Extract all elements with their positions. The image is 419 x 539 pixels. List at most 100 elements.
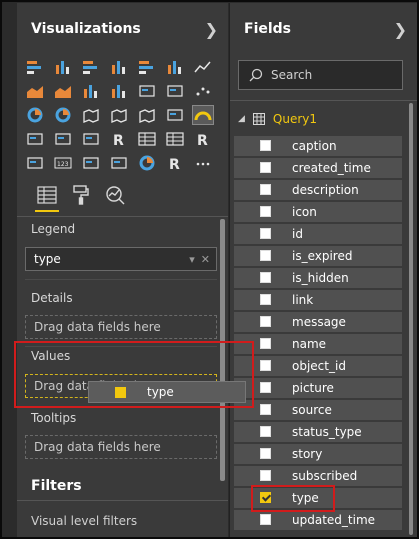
format-paint-roller-icon[interactable] — [69, 180, 93, 210]
100-stacked-bar-icon[interactable] — [137, 58, 157, 76]
field-item-is-expired[interactable]: is_expired — [234, 246, 402, 266]
field-checkbox[interactable] — [260, 316, 271, 327]
fields-search-input[interactable]: Search — [238, 60, 403, 90]
more-icon[interactable] — [193, 154, 213, 172]
field-label: caption — [292, 139, 337, 153]
stacked-area-icon[interactable] — [53, 82, 73, 100]
field-checkbox[interactable] — [260, 404, 271, 415]
details-well[interactable]: Drag data fields here — [25, 315, 217, 339]
visualizations-pane: Visualizations ❯ R R 123 R Legend type ▾ ✕ — [17, 3, 228, 539]
field-item-status-type[interactable]: status_type — [234, 422, 402, 442]
field-checkbox[interactable] — [260, 162, 271, 173]
fields-tab-icon[interactable] — [35, 180, 59, 212]
field-item-link[interactable]: link — [234, 290, 402, 310]
dragged-field-ghost: type — [88, 381, 246, 403]
field-checkbox[interactable] — [260, 184, 271, 195]
collapse-fields-chevron-icon[interactable]: ❯ — [394, 20, 407, 39]
r-script-icon[interactable]: R — [165, 154, 185, 172]
gauge-icon[interactable] — [192, 105, 214, 125]
r-visual-icon[interactable]: R — [193, 130, 213, 148]
field-checkbox[interactable] — [260, 338, 271, 349]
remove-field-icon[interactable]: ✕ — [201, 253, 210, 266]
line-clustered-column-icon[interactable] — [109, 82, 129, 100]
details-well-label: Details — [31, 291, 73, 305]
line-column-icon[interactable] — [81, 82, 101, 100]
treemap-icon[interactable] — [81, 106, 101, 124]
fields-scrollbar[interactable] — [409, 103, 413, 535]
table-icon[interactable] — [137, 130, 157, 148]
clustered-bar-icon[interactable] — [81, 58, 101, 76]
field-item-is-hidden[interactable]: is_hidden — [234, 268, 402, 288]
field-item-created-time[interactable]: created_time — [234, 158, 402, 178]
field-item-name[interactable]: name — [234, 334, 402, 354]
tooltips-well[interactable]: Drag data fields here — [25, 435, 217, 459]
field-checkbox[interactable] — [260, 294, 271, 305]
funnel-icon[interactable] — [165, 106, 185, 124]
text-123-icon[interactable]: 123 — [53, 154, 73, 172]
field-label: description — [292, 183, 359, 197]
field-checkbox[interactable] — [260, 272, 271, 283]
field-item-type[interactable]: type — [234, 488, 402, 508]
wells-scrollbar[interactable] — [220, 219, 225, 481]
slicer-icon[interactable]: R — [109, 130, 129, 148]
field-checkbox[interactable] — [260, 514, 271, 525]
waterfall-2-icon[interactable] — [109, 154, 129, 172]
kpi-icon[interactable] — [81, 130, 101, 148]
collapse-visualizations-chevron-icon[interactable]: ❯ — [205, 20, 218, 39]
field-checkbox[interactable] — [260, 426, 271, 437]
field-item-object-id[interactable]: object_id — [234, 356, 402, 376]
donut-2-icon[interactable] — [137, 154, 157, 172]
field-checkbox[interactable] — [260, 492, 271, 503]
search-icon — [249, 68, 263, 82]
scatter-icon[interactable] — [193, 82, 213, 100]
field-item-caption[interactable]: caption — [234, 136, 402, 156]
field-checkbox[interactable] — [260, 250, 271, 261]
waterfall-icon[interactable] — [165, 82, 185, 100]
svg-text:123: 123 — [57, 161, 69, 168]
field-checkbox[interactable] — [260, 360, 271, 371]
analytics-magnifier-icon[interactable] — [103, 180, 127, 210]
svg-text:R: R — [197, 133, 208, 147]
field-item-story[interactable]: story — [234, 444, 402, 464]
arcgis-icon[interactable] — [25, 154, 45, 172]
multi-row-card-icon[interactable] — [25, 130, 45, 148]
field-item-id[interactable]: id — [234, 224, 402, 244]
table-node-query1[interactable]: ◢ Query1 — [238, 112, 317, 126]
tabs-separator — [17, 216, 228, 217]
field-item-updated-time[interactable]: updated_time — [234, 510, 402, 530]
field-checkbox[interactable] — [260, 448, 271, 459]
field-item-icon[interactable]: icon — [234, 202, 402, 222]
field-checkbox[interactable] — [260, 140, 271, 151]
field-item-picture[interactable]: picture — [234, 378, 402, 398]
map-icon[interactable] — [109, 106, 129, 124]
stacked-column-icon[interactable] — [53, 58, 73, 76]
field-label: story — [292, 447, 323, 461]
area-chart-icon[interactable] — [25, 82, 45, 100]
clustered-column-icon[interactable] — [109, 58, 129, 76]
field-label: name — [292, 337, 327, 351]
filled-map-icon[interactable] — [137, 106, 157, 124]
expand-triangle-icon[interactable]: ◢ — [238, 114, 245, 124]
field-checkbox[interactable] — [260, 228, 271, 239]
matrix-icon[interactable] — [165, 130, 185, 148]
100-stacked-column-icon[interactable] — [165, 58, 185, 76]
stacked-bar-icon[interactable] — [25, 58, 45, 76]
field-item-description[interactable]: description — [234, 180, 402, 200]
field-item-subscribed[interactable]: subscribed — [234, 466, 402, 486]
field-checkbox[interactable] — [260, 470, 271, 481]
field-checkbox[interactable] — [260, 206, 271, 217]
field-item-message[interactable]: message — [234, 312, 402, 332]
line-chart-icon[interactable] — [193, 58, 213, 76]
donut-chart-icon[interactable] — [53, 106, 73, 124]
pie-chart-icon[interactable] — [25, 106, 45, 124]
ribbon-chart-icon[interactable] — [137, 82, 157, 100]
card-icon[interactable] — [53, 130, 73, 148]
dropdown-arrow-icon[interactable]: ▾ — [189, 253, 195, 266]
funnel-2-icon[interactable] — [81, 154, 101, 172]
legend-well[interactable]: type ▾ ✕ — [25, 247, 217, 271]
visualizations-header: Visualizations ❯ — [17, 3, 228, 55]
field-list: caption created_time description icon id is_e… — [234, 136, 402, 532]
values-well-label: Values — [31, 349, 71, 363]
field-item-source[interactable]: source — [234, 400, 402, 420]
field-checkbox[interactable] — [260, 382, 271, 393]
